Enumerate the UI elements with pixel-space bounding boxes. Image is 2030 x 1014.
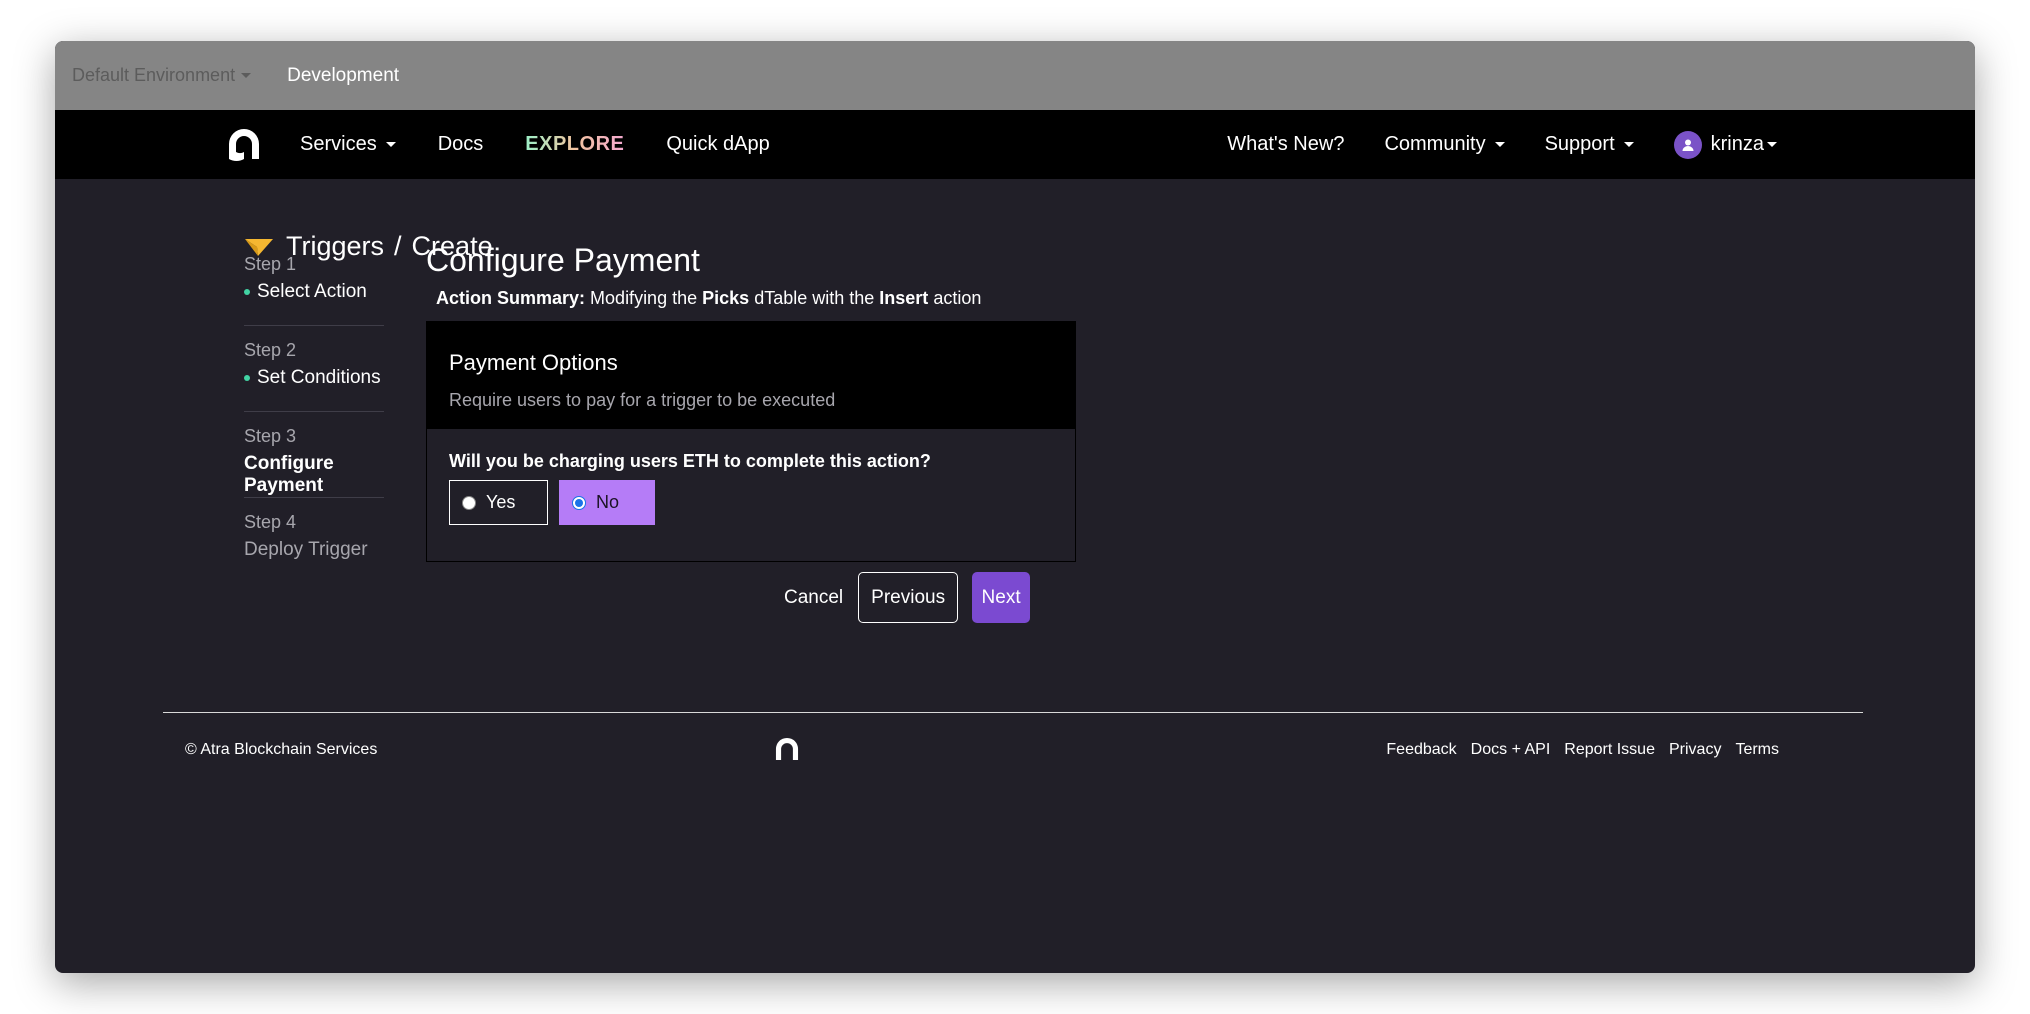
footer-copyright: © Atra Blockchain Services xyxy=(185,741,378,758)
footer-link-docs-api[interactable]: Docs + API xyxy=(1471,741,1551,759)
step-number: Step 2 xyxy=(244,340,297,360)
step-number: Step 1 xyxy=(244,254,297,274)
chevron-down-icon xyxy=(241,73,252,78)
footer-link-feedback[interactable]: Feedback xyxy=(1386,741,1456,759)
nav-support-label: Support xyxy=(1544,133,1615,155)
footer-link-report-issue[interactable]: Report Issue xyxy=(1564,741,1655,759)
option-yes[interactable]: Yes xyxy=(449,480,548,525)
nav-docs[interactable]: Docs xyxy=(438,133,484,156)
step-label-current: Configure Payment xyxy=(244,453,334,496)
environment-selected: Default Environment xyxy=(72,65,236,85)
atra-logo-icon[interactable] xyxy=(225,125,263,163)
step-2[interactable]: Step 2 Set Conditions xyxy=(244,326,384,412)
avatar xyxy=(1673,130,1702,159)
step-label-pending: Deploy Trigger xyxy=(244,539,368,560)
nav-left: Services Docs EXPLORE Quick dApp xyxy=(300,110,812,179)
next-button[interactable]: Next xyxy=(972,572,1031,623)
step-number: Step 3 xyxy=(244,426,297,446)
nav-community-label: Community xyxy=(1384,133,1486,155)
nav-services[interactable]: Services xyxy=(300,133,396,156)
step-label: Set Conditions xyxy=(244,367,384,389)
step-number: Step 4 xyxy=(244,512,297,532)
option-yes-label: Yes xyxy=(486,492,516,512)
chevron-down-icon xyxy=(1623,142,1634,147)
payment-radio-group: Yes No xyxy=(449,480,1053,525)
nav-explore[interactable]: EXPLORE xyxy=(525,133,624,156)
payment-question: Will you be charging users ETH to comple… xyxy=(449,451,931,471)
radio-checked-icon[interactable] xyxy=(572,495,586,510)
app-window: Default Environment Development Services… xyxy=(55,41,1975,973)
nav-explore-label: EXPLORE xyxy=(525,133,625,155)
payment-options-card: Payment Options Require users to pay for… xyxy=(426,321,1076,562)
step-label-text: Set Conditions xyxy=(257,367,381,388)
username: krinza xyxy=(1710,133,1764,155)
nav-whats-new[interactable]: What's New? xyxy=(1227,133,1344,156)
user-menu[interactable]: krinza xyxy=(1673,130,1777,159)
wizard-actions: Cancel Previous Next xyxy=(784,572,1031,623)
step-4[interactable]: Step 4 Deploy Trigger xyxy=(244,498,384,584)
card-header: Payment Options Require users to pay for… xyxy=(427,322,1075,429)
user-icon xyxy=(1682,139,1694,151)
summary-text: action xyxy=(933,288,982,308)
previous-button[interactable]: Previous xyxy=(858,572,959,623)
option-no-label: No xyxy=(596,492,620,512)
chevron-down-icon xyxy=(1767,142,1777,147)
step-complete-dot-icon xyxy=(244,375,250,381)
footer-links: Feedback Docs + API Report Issue Privacy… xyxy=(1372,741,1779,759)
nav-quick-dapp[interactable]: Quick dApp xyxy=(666,133,769,156)
summary-label: Action Summary: xyxy=(436,288,586,308)
chevron-down-icon xyxy=(385,142,396,147)
environment-current[interactable]: Development xyxy=(287,65,399,87)
cancel-button[interactable]: Cancel xyxy=(784,587,843,609)
environment-bar: Default Environment Development xyxy=(55,41,1975,110)
nav-support[interactable]: Support xyxy=(1545,133,1634,156)
summary-action: Insert xyxy=(879,288,929,308)
step-label-text: Select Action xyxy=(257,281,367,302)
nav-right: What's New? Community Support krinza xyxy=(1187,110,1777,179)
step-3[interactable]: Step 3 Configure Payment xyxy=(244,412,384,498)
card-subtitle: Require users to pay for a trigger to be… xyxy=(449,390,836,410)
nav-community[interactable]: Community xyxy=(1384,133,1505,156)
footer-link-privacy[interactable]: Privacy xyxy=(1669,741,1721,759)
card-body: Will you be charging users ETH to comple… xyxy=(427,429,1075,561)
radio-unchecked-icon[interactable] xyxy=(462,495,476,510)
chevron-down-icon xyxy=(1494,142,1505,147)
main-content: Configure Payment Action Summary: Modify… xyxy=(426,238,1076,562)
top-navbar: Services Docs EXPLORE Quick dApp What's … xyxy=(55,110,1975,179)
footer-link-terms[interactable]: Terms xyxy=(1735,741,1779,759)
footer-divider xyxy=(163,712,1863,713)
summary-text: dTable with the xyxy=(754,288,875,308)
environment-dropdown[interactable]: Default Environment xyxy=(72,65,252,86)
breadcrumb-separator: / xyxy=(394,231,402,261)
step-complete-dot-icon xyxy=(244,289,250,295)
atra-logo-icon[interactable] xyxy=(773,735,801,763)
summary-text: Modifying the xyxy=(590,288,698,308)
step-1[interactable]: Step 1 Select Action xyxy=(244,240,384,326)
step-label: Select Action xyxy=(244,281,384,303)
action-summary: Action Summary: Modifying the Picks dTab… xyxy=(436,288,1076,309)
summary-table: Picks xyxy=(702,288,750,308)
wizard-steps: Step 1 Select Action Step 2 Set Conditio… xyxy=(244,240,384,584)
nav-services-label: Services xyxy=(300,133,377,155)
card-title: Payment Options xyxy=(449,350,618,375)
option-no[interactable]: No xyxy=(559,480,655,525)
page-title: Configure Payment xyxy=(426,242,700,278)
